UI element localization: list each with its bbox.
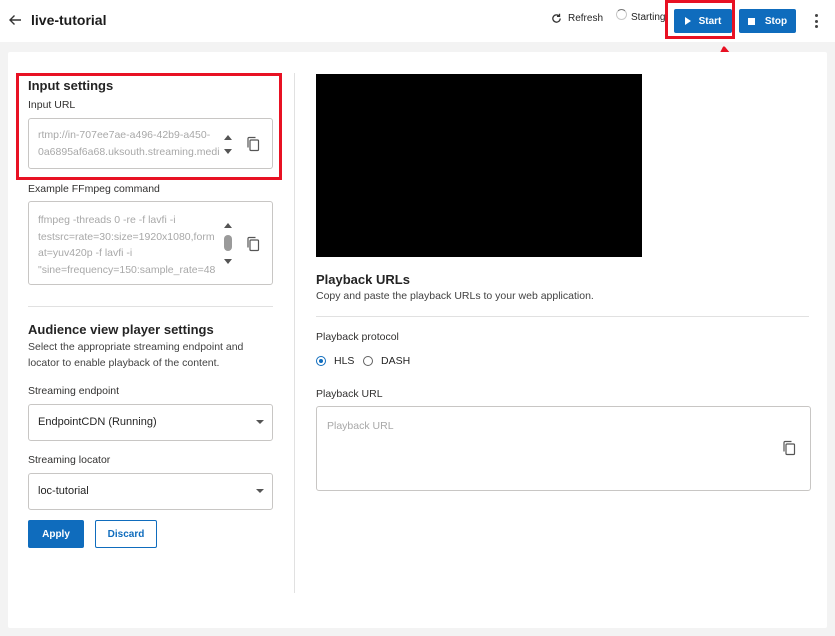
copy-icon[interactable]: [246, 236, 260, 252]
stop-label: Stop: [764, 15, 788, 27]
spinner-icon: [616, 9, 627, 20]
radio-hls[interactable]: [316, 356, 326, 366]
playback-description: Copy and paste the playback URLs to your…: [316, 290, 594, 302]
playback-protocol-label: Playback protocol: [316, 331, 399, 343]
refresh-icon: [552, 13, 561, 23]
playback-url-placeholder: Playback URL: [327, 420, 394, 432]
ffmpeg-label: Example FFmpeg command: [28, 183, 160, 195]
scroll-up-icon[interactable]: [224, 223, 232, 228]
stop-button[interactable]: Stop: [739, 9, 796, 33]
streaming-endpoint-select[interactable]: EndpointCDN (Running): [28, 404, 273, 441]
stop-icon: [747, 17, 755, 25]
scroll-down-icon[interactable]: [224, 259, 232, 264]
status-indicator: Starting: [616, 9, 666, 23]
radio-hls-label[interactable]: HLS: [334, 355, 354, 367]
streaming-locator-label: Streaming locator: [28, 454, 111, 466]
audience-description-line2: locator to enable playback of the conten…: [28, 357, 220, 369]
more-vertical-icon[interactable]: [815, 14, 819, 28]
streaming-endpoint-label: Streaming endpoint: [28, 385, 120, 397]
streaming-endpoint-value: EndpointCDN (Running): [38, 416, 157, 428]
discard-button[interactable]: Discard: [95, 520, 157, 548]
apply-button[interactable]: Apply: [28, 520, 84, 548]
chevron-down-icon: [256, 420, 264, 424]
status-label: Starting: [631, 12, 666, 23]
radio-dash[interactable]: [363, 356, 373, 366]
ffmpeg-command-value: ffmpeg -threads 0 -re -f lavfi -i testsr…: [38, 214, 216, 276]
scrollbar-thumb[interactable]: [224, 235, 232, 251]
back-arrow-icon[interactable]: [8, 13, 22, 27]
annotation-box-start: [665, 0, 735, 39]
playback-url-field[interactable]: Playback URL: [316, 406, 811, 491]
section-divider: [28, 306, 273, 307]
column-divider: [294, 73, 295, 593]
streaming-locator-value: loc-tutorial: [38, 485, 89, 497]
refresh-label: Refresh: [568, 13, 604, 24]
audience-settings-heading: Audience view player settings: [28, 322, 214, 337]
playback-url-label: Playback URL: [316, 388, 383, 400]
annotation-box-input-url: [16, 73, 282, 180]
audience-description-line1: Select the appropriate streaming endpoin…: [28, 341, 244, 353]
video-preview[interactable]: [316, 74, 642, 257]
playback-urls-heading: Playback URLs: [316, 272, 410, 287]
page-title: live-tutorial: [31, 12, 107, 28]
ffmpeg-command-field[interactable]: ffmpeg -threads 0 -re -f lavfi -i testsr…: [28, 201, 273, 285]
radio-dash-label[interactable]: DASH: [381, 355, 410, 367]
streaming-locator-select[interactable]: loc-tutorial: [28, 473, 273, 510]
refresh-button[interactable]: Refresh: [551, 13, 603, 24]
section-divider: [316, 316, 809, 317]
copy-icon[interactable]: [782, 440, 796, 456]
chevron-down-icon: [256, 489, 264, 493]
